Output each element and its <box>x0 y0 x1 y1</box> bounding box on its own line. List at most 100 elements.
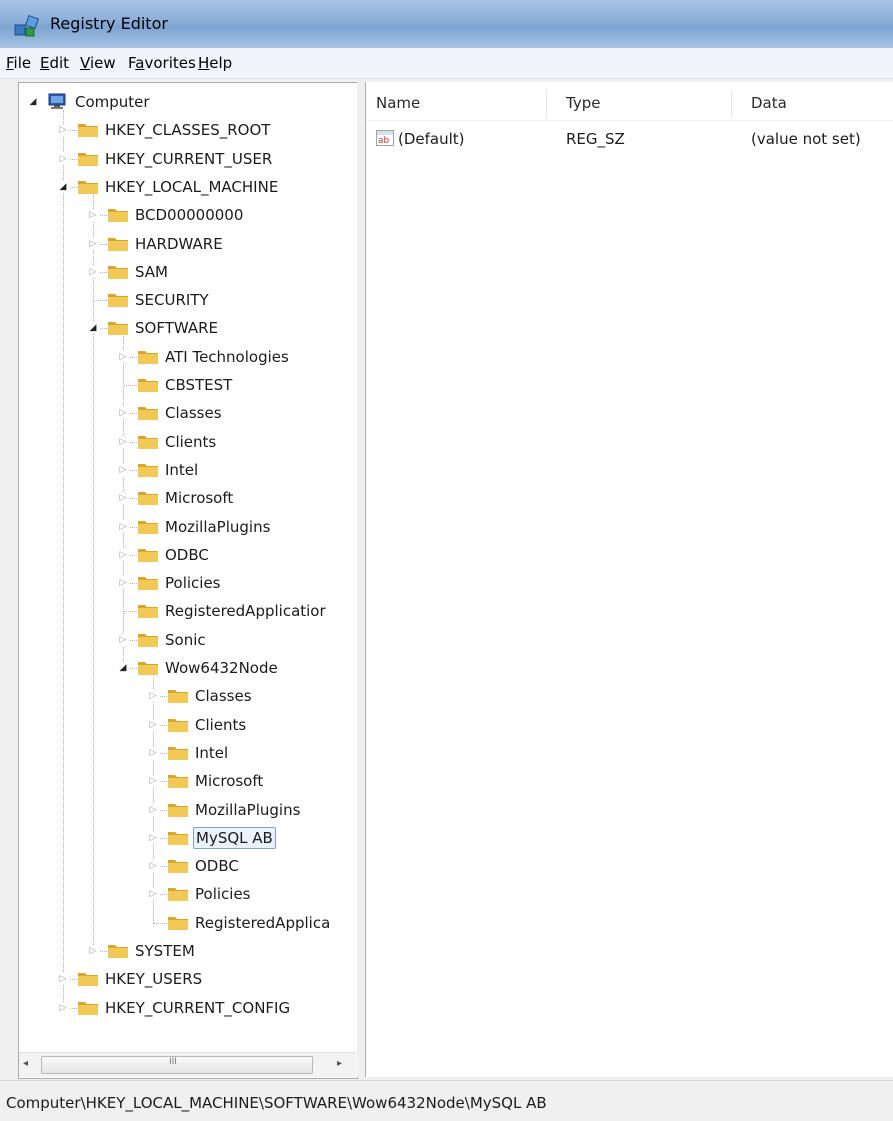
tree-node[interactable]: ▷ ATI Technologies <box>19 344 357 370</box>
menu-File[interactable]: File <box>6 54 31 72</box>
tree-node[interactable]: ◢ HKEY_LOCAL_MACHINE <box>19 174 357 200</box>
expand-arrow-icon[interactable]: ▷ <box>147 718 159 731</box>
tree-horizontal-scrollbar[interactable]: ◂ III ▸ <box>19 1052 356 1077</box>
tree-node[interactable]: ◢ SOFTWARE <box>19 315 357 341</box>
tree-node[interactable]: ▷ BCD00000000 <box>19 202 357 228</box>
tree-node[interactable]: ▷ ODBC <box>19 853 357 879</box>
expand-arrow-icon[interactable]: ▷ <box>147 746 159 759</box>
tree-node[interactable]: ▷ MozillaPlugins <box>19 797 357 823</box>
column-header-type[interactable]: Type <box>566 94 600 112</box>
tree-node-label: Intel <box>195 743 229 762</box>
expand-arrow-icon[interactable]: ▷ <box>117 548 129 561</box>
tree-node[interactable]: ▷ HKEY_CURRENT_CONFIG <box>19 995 357 1021</box>
tree-node[interactable]: CBSTEST <box>19 372 357 398</box>
tree-node[interactable]: ▷ Intel <box>19 740 357 766</box>
scroll-left-arrow[interactable]: ◂ <box>23 1058 28 1069</box>
collapse-arrow-icon[interactable]: ◢ <box>117 662 129 674</box>
tree-node[interactable]: ▷ SYSTEM <box>19 938 357 964</box>
tree-node[interactable]: ▷ HKEY_CLASSES_ROOT <box>19 117 357 143</box>
expand-arrow-icon[interactable]: ▷ <box>117 577 129 590</box>
expand-arrow-icon[interactable]: ▷ <box>117 520 129 533</box>
tree-node[interactable]: ◢ Wow6432Node <box>19 655 357 681</box>
column-divider[interactable] <box>731 90 732 118</box>
tree-node[interactable]: ▷ HKEY_CURRENT_USER <box>19 146 357 172</box>
tree-node[interactable]: ▷ MozillaPlugins <box>19 514 357 540</box>
expand-arrow-icon[interactable]: ▷ <box>57 152 69 165</box>
tree-node[interactable]: ▷ Policies <box>19 570 357 596</box>
expand-arrow-icon[interactable]: ▷ <box>57 124 69 137</box>
scroll-thumb[interactable]: III <box>41 1056 313 1074</box>
expand-arrow-icon[interactable]: ▷ <box>147 888 159 901</box>
tree-node-label: MozillaPlugins <box>165 517 271 536</box>
expand-arrow-icon[interactable]: ▷ <box>117 407 129 420</box>
tree-node-label: HKEY_CURRENT_USER <box>105 149 273 168</box>
folder-icon <box>108 945 128 958</box>
expand-arrow-icon[interactable]: ▷ <box>147 803 159 816</box>
tree-node[interactable]: ▷ HKEY_USERS <box>19 966 357 992</box>
tree-node[interactable]: ◢ Computer <box>19 89 357 115</box>
expand-arrow-icon[interactable]: ▷ <box>87 265 99 278</box>
column-divider[interactable] <box>546 90 547 118</box>
collapse-arrow-icon[interactable]: ◢ <box>27 96 39 108</box>
collapse-arrow-icon[interactable]: ◢ <box>87 322 99 335</box>
collapse-arrow-icon[interactable]: ◢ <box>57 180 69 193</box>
tree-node[interactable]: ▷ Clients <box>19 712 357 738</box>
expand-arrow-icon[interactable]: ▷ <box>117 435 129 448</box>
expand-arrow-icon[interactable]: ▷ <box>87 945 99 957</box>
expand-arrow-icon[interactable]: ▷ <box>147 775 159 788</box>
tree-node-label-selected: MySQL AB <box>193 826 276 849</box>
tree-node-label: ODBC <box>165 545 209 564</box>
folder-icon <box>168 803 188 817</box>
expand-arrow-icon[interactable]: ▷ <box>57 973 69 986</box>
tree-node[interactable]: SECURITY <box>19 287 357 313</box>
menu-View[interactable]: View <box>80 54 116 72</box>
expand-arrow-icon[interactable]: ▷ <box>147 690 159 703</box>
tree-node[interactable]: ▷ Intel <box>19 457 357 483</box>
tree-node[interactable]: ▷ ODBC <box>19 542 357 568</box>
tree-node[interactable]: RegisteredApplica <box>19 910 357 936</box>
expand-arrow-icon[interactable]: ▷ <box>87 209 99 222</box>
expand-arrow-icon[interactable]: ▷ <box>57 1001 69 1014</box>
tree-node[interactable]: RegisteredApplicatior <box>19 598 357 624</box>
tree-node[interactable]: ▷ SAM <box>19 259 357 285</box>
values-list[interactable]: Name Type Data ab (Default) REG_SZ (valu… <box>365 82 893 1077</box>
tree-node[interactable]: ▷ MySQL AB <box>19 825 357 851</box>
registry-tree[interactable]: ◢ Computer ▷ HKEY_CLASSES_ROOT ▷ HKEY_CURRENT… <box>18 82 358 1079</box>
expand-arrow-icon[interactable]: ▷ <box>87 237 99 250</box>
tree-node-label: SOFTWARE <box>135 319 219 338</box>
tree-node[interactable]: ▷ Classes <box>19 683 357 709</box>
expand-arrow-icon[interactable]: ▷ <box>117 492 129 505</box>
column-header-data[interactable]: Data <box>751 94 787 112</box>
tree-node-label: HKEY_USERS <box>105 970 203 989</box>
tree-node-label: Classes <box>195 687 252 706</box>
tree-node[interactable]: ▷ Microsoft <box>19 768 357 794</box>
scroll-thumb-grip-icon: III <box>169 1057 177 1067</box>
registry-editor-window: Registry Editor File Edit View Favorites Hel… <box>0 0 893 1121</box>
tree-node[interactable]: ▷ Microsoft <box>19 485 357 511</box>
expand-arrow-icon[interactable]: ▷ <box>147 860 159 873</box>
tree-node-label: MozillaPlugins <box>195 800 301 819</box>
expand-arrow-icon[interactable]: ▷ <box>117 463 129 476</box>
tree-node-label: HKEY_CLASSES_ROOT <box>105 121 271 140</box>
expand-arrow-icon[interactable]: ▷ <box>117 350 129 363</box>
tree-node[interactable]: ▷ Clients <box>19 429 357 455</box>
tree-node-label: BCD00000000 <box>135 206 244 225</box>
tree-node-label: ATI Technologies <box>165 347 289 366</box>
title-bar[interactable]: Registry Editor <box>0 0 893 48</box>
column-header-name[interactable]: Name <box>376 94 420 112</box>
tree-node[interactable]: ▷ Classes <box>19 400 357 426</box>
expand-arrow-icon[interactable]: ▷ <box>147 831 159 844</box>
expand-arrow-icon[interactable]: ▷ <box>117 633 129 646</box>
pane-splitter[interactable] <box>357 82 365 1077</box>
menu-Help[interactable]: Help <box>198 54 232 72</box>
scroll-right-arrow[interactable]: ▸ <box>337 1058 342 1069</box>
menu-Favorites[interactable]: Favorites <box>128 54 196 72</box>
tree-node[interactable]: ▷ Sonic <box>19 627 357 653</box>
tree-node[interactable]: ▷ HARDWARE <box>19 231 357 257</box>
tree-node[interactable]: ▷ Policies <box>19 881 357 907</box>
menu-Edit[interactable]: Edit <box>40 54 69 72</box>
menu-accelerator: V <box>80 54 90 72</box>
tree-node-label: HARDWARE <box>135 234 223 253</box>
value-name[interactable]: (Default) <box>398 130 465 148</box>
folder-icon <box>108 322 128 336</box>
